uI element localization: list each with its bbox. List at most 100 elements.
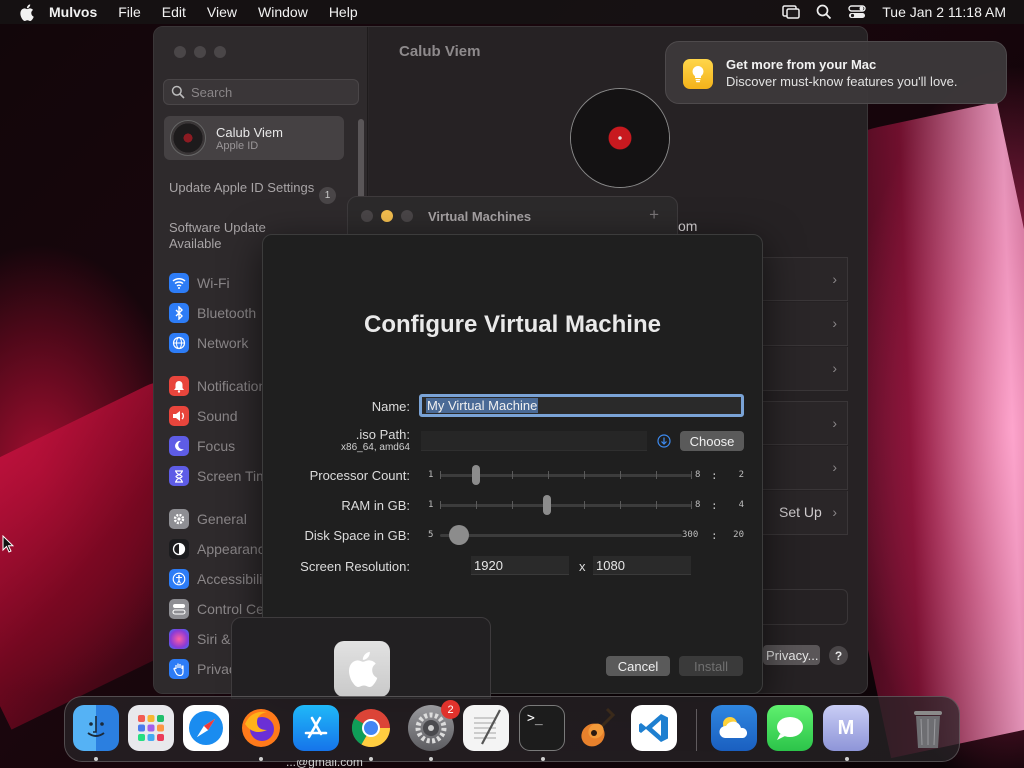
slider-min: 1 <box>428 470 434 480</box>
iso-path-input[interactable] <box>421 431 647 451</box>
help-button[interactable]: ? <box>829 646 848 665</box>
sidebar-item-wifi[interactable]: Wi-Fi <box>169 272 230 294</box>
notification-title: Get more from your Mac <box>726 57 877 72</box>
sidebar-item-bluetooth[interactable]: Bluetooth <box>169 302 256 324</box>
firefox-icon[interactable] <box>238 705 284 751</box>
menu-help[interactable]: Help <box>329 4 358 20</box>
control-centre-icon[interactable] <box>848 4 866 20</box>
settings-row[interactable]: › <box>762 446 848 490</box>
spotlight-search-icon[interactable] <box>816 4 832 20</box>
minimize-button[interactable] <box>194 46 206 58</box>
dock: 2 >_ M <box>64 696 960 762</box>
cancel-button[interactable]: Cancel <box>606 656 670 676</box>
app-store-icon[interactable] <box>293 705 339 751</box>
chevron-right-icon: › <box>832 415 837 431</box>
background-text: ...@gmail.com <box>286 760 363 768</box>
menu-edit[interactable]: Edit <box>162 4 186 20</box>
slider-value: 20 <box>733 530 744 540</box>
menu-window[interactable]: Window <box>258 4 308 20</box>
close-button[interactable] <box>361 210 373 222</box>
disk-slider[interactable]: 5 300 : 20 <box>428 525 744 545</box>
textedit-icon[interactable] <box>463 705 509 751</box>
zoom-button[interactable] <box>401 210 413 222</box>
hand-icon <box>169 659 189 679</box>
chrome-icon[interactable] <box>348 705 394 751</box>
download-icon[interactable] <box>657 434 671 453</box>
weather-icon[interactable] <box>711 705 757 751</box>
resolution-width-input[interactable]: 1920 <box>471 556 569 575</box>
bell-icon <box>169 376 189 396</box>
notification-banner[interactable]: Get more from your Mac Discover must-kno… <box>665 41 1007 104</box>
choose-iso-button[interactable]: Choose <box>680 431 744 451</box>
processor-slider[interactable]: 1 8 : 2 <box>428 465 744 485</box>
messages-icon[interactable] <box>767 705 813 751</box>
add-vm-button[interactable]: + <box>649 205 659 225</box>
slider-max: 8 <box>695 470 701 480</box>
mulvos-glyph: M <box>837 716 855 739</box>
siri-icon <box>169 629 189 649</box>
profile-avatar[interactable] <box>571 89 669 187</box>
apple-logo-window <box>231 617 491 699</box>
sidebar-item-label: General <box>197 511 247 527</box>
close-button[interactable] <box>174 46 186 58</box>
menu-bar: Mulvos File Edit View Window Help Tue Ja… <box>0 0 1024 24</box>
sidebar-item-label: Sound <box>197 408 238 424</box>
settings-row[interactable]: › <box>762 302 848 346</box>
account-name: Calub Viem <box>216 124 283 140</box>
terminal-icon[interactable]: >_ <box>519 705 565 751</box>
guitar-icon[interactable] <box>575 705 621 751</box>
settings-row[interactable]: › <box>762 257 848 301</box>
set-up-link[interactable]: Set Up <box>779 504 822 520</box>
settings-text-field[interactable] <box>763 589 848 625</box>
chevron-right-icon: › <box>832 360 837 376</box>
gear-icon <box>169 509 189 529</box>
apple-menu-icon[interactable] <box>19 3 35 21</box>
count-badge: 1 <box>319 187 336 204</box>
vscode-icon[interactable] <box>631 705 677 751</box>
sidebar-item-appearance[interactable]: Appearance <box>169 538 273 560</box>
sidebar-item-screen-time[interactable]: Screen Time <box>169 465 276 487</box>
menu-file[interactable]: File <box>118 4 141 20</box>
account-subtitle: Apple ID <box>216 139 259 152</box>
notification-badge: 2 <box>441 700 460 719</box>
avatar <box>170 120 206 156</box>
privacy-button[interactable]: Privacy... <box>763 645 820 665</box>
resolution-height-input[interactable]: 1080 <box>593 556 691 575</box>
vm-name-input[interactable]: My Virtual Machine <box>419 394 744 417</box>
menu-view[interactable]: View <box>207 4 237 20</box>
chevron-right-icon: › <box>832 271 837 287</box>
screen-mirroring-icon[interactable] <box>782 4 800 20</box>
mulvos-icon[interactable]: M <box>823 705 869 751</box>
settings-search-field[interactable]: Search <box>163 79 359 105</box>
iso-path-label: .iso Path: <box>355 427 410 442</box>
accessibility-icon <box>169 569 189 589</box>
sidebar-item-accessibility[interactable]: Accessibility <box>169 568 273 590</box>
name-label: Name: <box>371 399 410 414</box>
install-button[interactable]: Install <box>679 656 743 676</box>
launchpad-icon[interactable] <box>128 705 174 751</box>
apple-logo-icon <box>334 641 390 697</box>
slider-knob[interactable] <box>449 525 469 545</box>
settings-row[interactable]: › <box>762 347 848 391</box>
settings-row[interactable]: › <box>762 401 848 445</box>
sidebar-item-network[interactable]: Network <box>169 332 248 354</box>
safari-icon[interactable] <box>183 705 229 751</box>
sidebar-item-sound[interactable]: Sound <box>169 405 237 427</box>
sidebar-item-general[interactable]: General <box>169 508 247 530</box>
slider-max: 300 <box>682 530 699 540</box>
slider-knob[interactable] <box>543 495 551 515</box>
minimize-button[interactable] <box>381 210 393 222</box>
finder-icon[interactable] <box>73 705 119 751</box>
menu-app-name[interactable]: Mulvos <box>49 4 97 20</box>
sidebar-item-notifications[interactable]: Notifications <box>169 375 273 397</box>
slider-knob[interactable] <box>472 465 480 485</box>
zoom-button[interactable] <box>214 46 226 58</box>
disk-space-label: Disk Space in GB: <box>304 528 411 543</box>
update-apple-id-item[interactable]: Update Apple ID Settings <box>169 180 319 196</box>
apple-id-account[interactable]: Calub Viem Apple ID <box>164 116 344 160</box>
menu-clock[interactable]: Tue Jan 2 11:18 AM <box>882 4 1006 20</box>
trash-icon[interactable] <box>905 705 951 751</box>
sidebar-item-focus[interactable]: Focus <box>169 435 235 457</box>
iso-arch-label: x86_64, amd64 <box>341 442 410 453</box>
ram-slider[interactable]: 1 8 : 4 <box>428 495 744 515</box>
